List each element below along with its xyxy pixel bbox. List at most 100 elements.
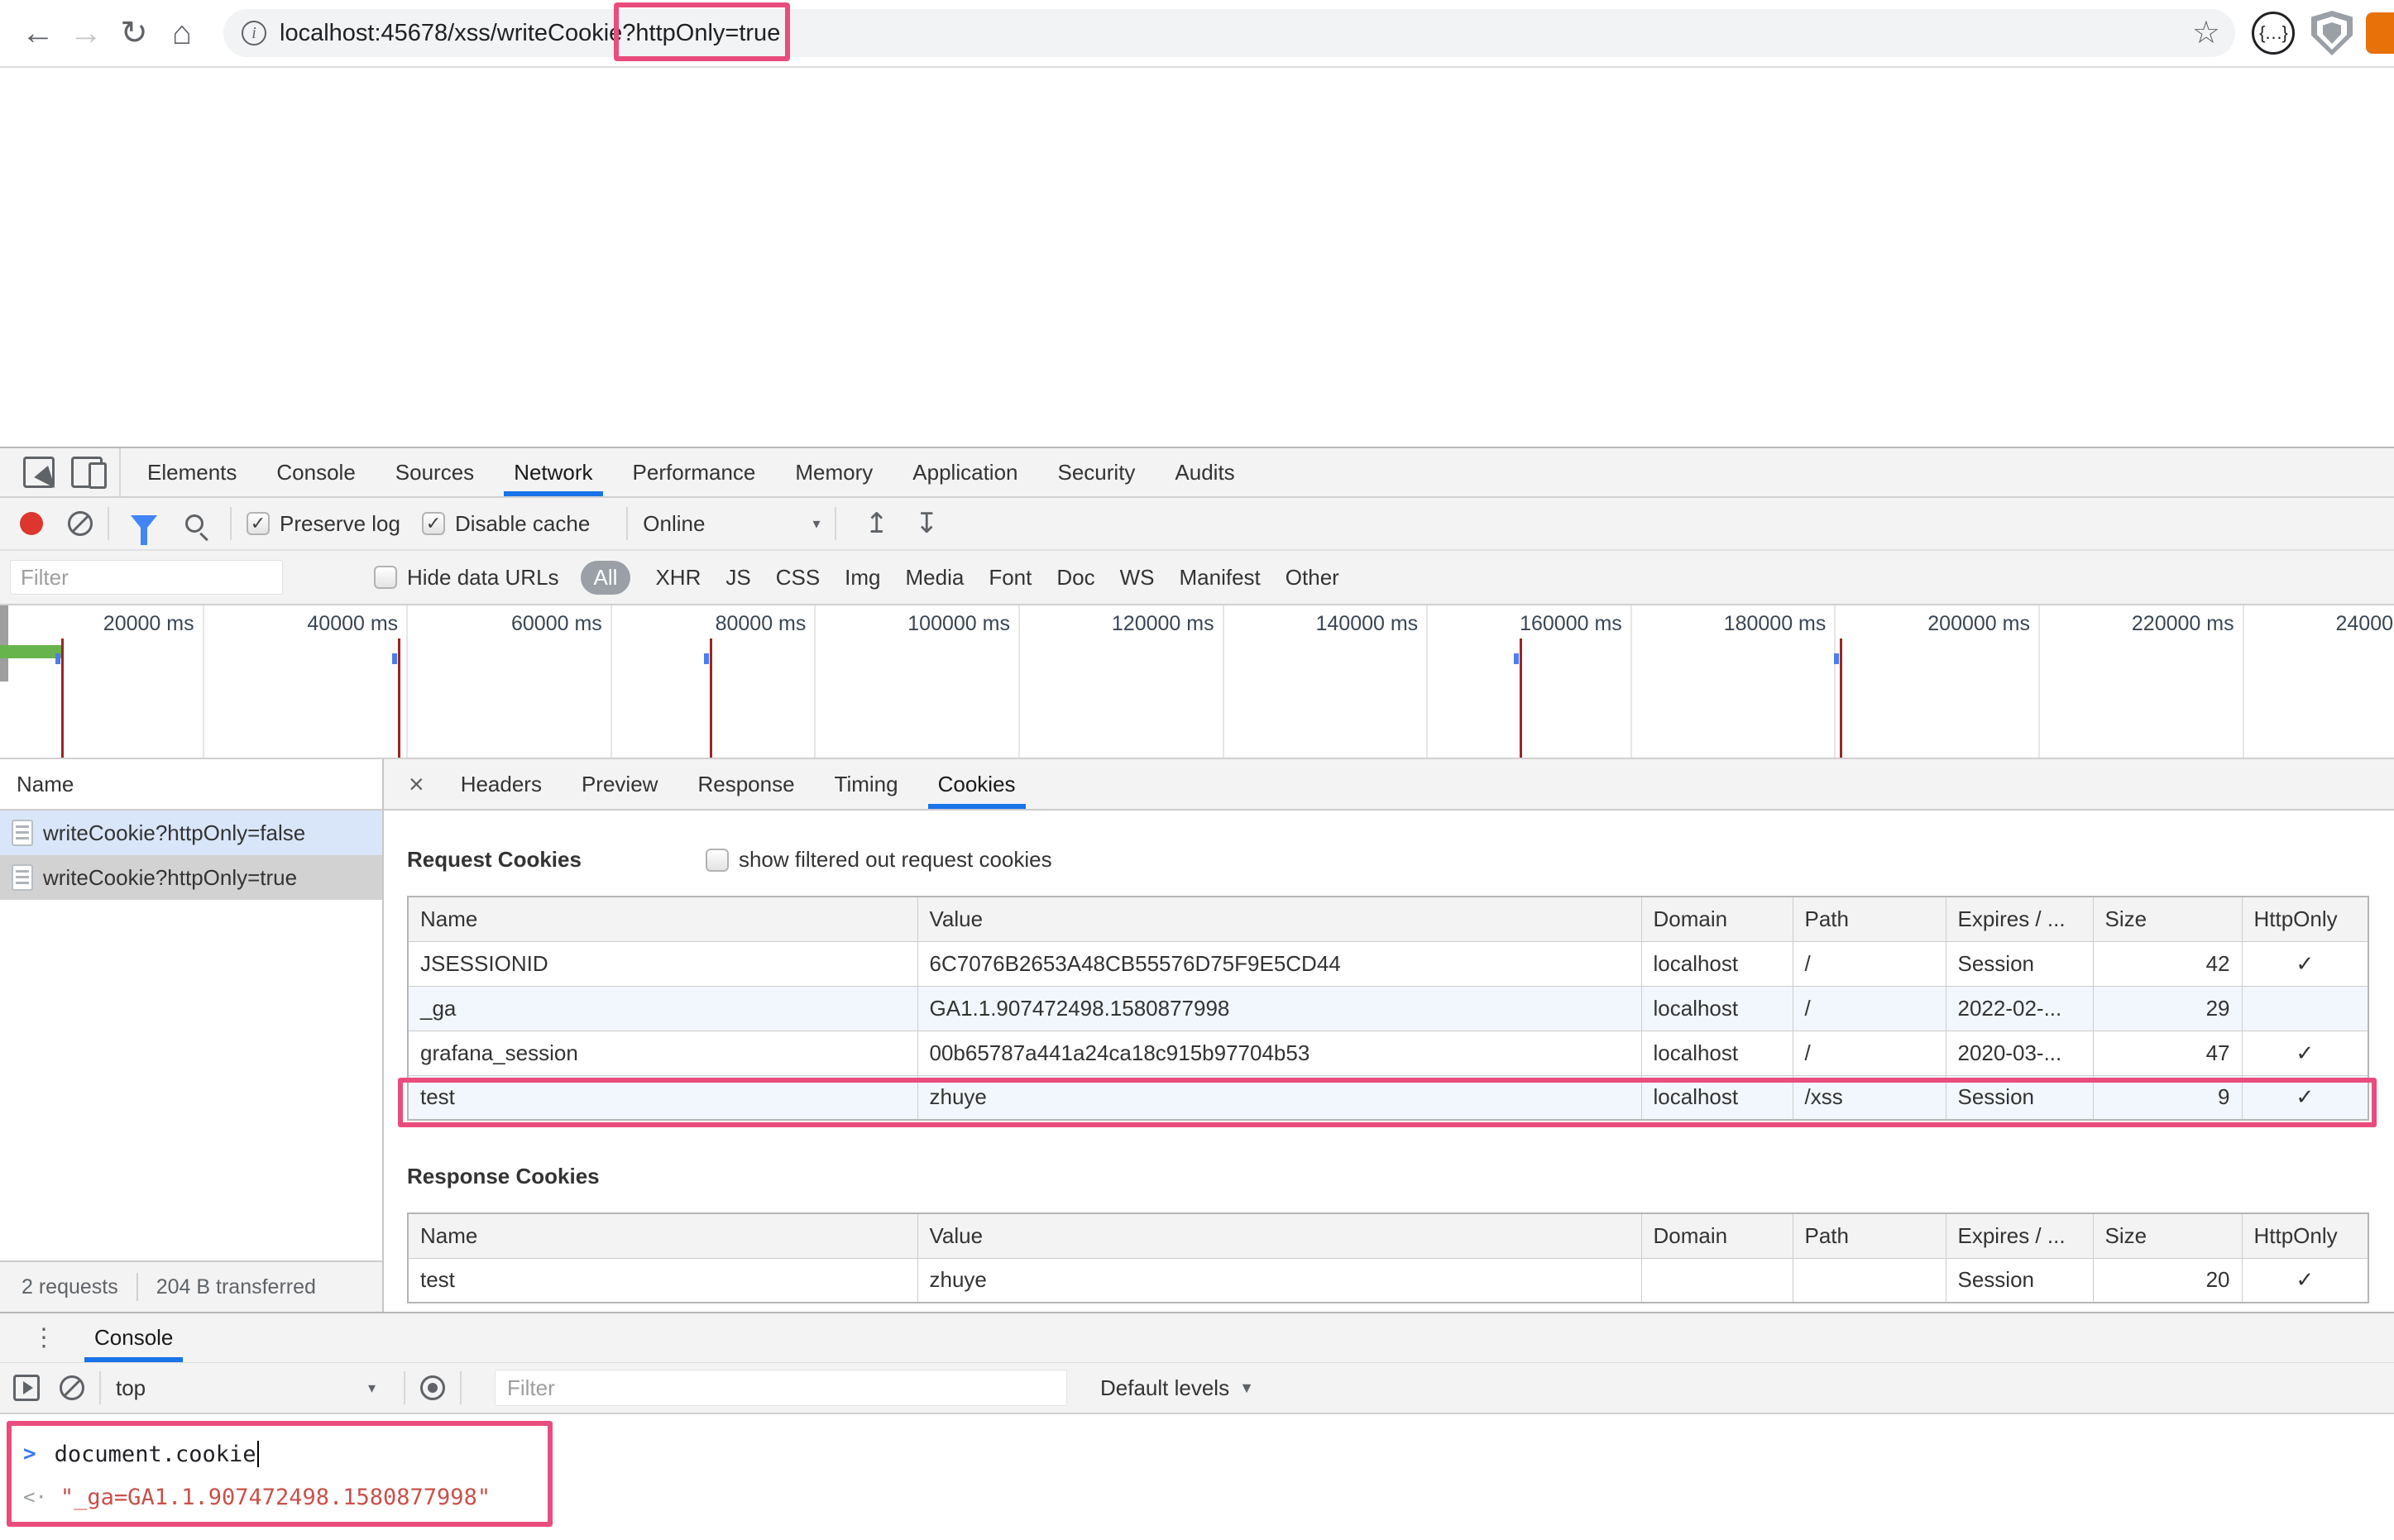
console-messages[interactable]: > document.cookie <· "_ga=GA1.1.907472498.1… xyxy=(0,1414,2394,1538)
home-icon[interactable]: ⌂ xyxy=(164,12,200,55)
close-icon[interactable]: × xyxy=(392,759,441,809)
console-result-entry[interactable]: <· "_ga=GA1.1.907472498.1580877998" xyxy=(23,1475,548,1518)
column-header[interactable]: Expires / ... xyxy=(1945,1212,2094,1259)
preserve-log-checkbox[interactable]: ✓ xyxy=(247,512,270,535)
timeline-gridline: 120000 ms xyxy=(1020,605,1224,758)
cookie-cell-name: test xyxy=(407,1257,918,1303)
cookie-cell-size: 29 xyxy=(2092,985,2243,1031)
filter-type-img[interactable]: Img xyxy=(845,565,880,591)
filter-type-doc[interactable]: Doc xyxy=(1056,565,1094,591)
cookie-cell-name: test xyxy=(407,1074,918,1121)
network-overview-timeline[interactable]: 20000 ms 40000 ms 60000 ms 80000 ms 100000 m… xyxy=(0,605,2394,759)
live-expression-eye-icon[interactable] xyxy=(420,1375,445,1400)
import-har-icon[interactable]: ↥ xyxy=(864,507,888,540)
filter-type-xhr[interactable]: XHR xyxy=(655,565,701,591)
url-text[interactable]: localhost:45678/xss/writeCookie?httpOnly… xyxy=(280,2,791,61)
tab-console[interactable]: Console xyxy=(256,448,375,496)
execution-context-dropdown[interactable]: top ▾ xyxy=(116,1375,389,1401)
network-filter-input[interactable] xyxy=(10,560,283,595)
filter-type-media[interactable]: Media xyxy=(906,565,965,591)
address-bar[interactable]: i localhost:45678/xss/writeCookie?httpOn… xyxy=(223,2,2235,61)
tab-application[interactable]: Application xyxy=(893,448,1037,496)
column-header[interactable]: Domain xyxy=(1640,1212,1793,1259)
detail-tab-preview[interactable]: Preview xyxy=(562,759,678,809)
cookie-row[interactable]: grafana_session 00b65787a441a24ca18c915b9… xyxy=(407,1030,2369,1076)
page-content-blank xyxy=(0,68,2394,447)
tab-network[interactable]: Network xyxy=(494,448,612,496)
column-header[interactable]: HttpOnly xyxy=(2241,896,2369,942)
console-sidebar-toggle-icon[interactable] xyxy=(13,1375,40,1401)
record-button[interactable] xyxy=(20,512,43,535)
column-header[interactable]: Path xyxy=(1792,1212,1946,1259)
extension-partial-icon[interactable] xyxy=(2366,12,2394,54)
timeline-tick-label: 100000 ms xyxy=(907,612,1010,635)
throttling-dropdown[interactable]: Online ▾ xyxy=(643,511,820,537)
cookie-row[interactable]: test zhuye localhost/xss Session 9 ✓ xyxy=(407,1074,2369,1121)
tab-memory[interactable]: Memory xyxy=(775,448,893,496)
tab-elements[interactable]: Elements xyxy=(127,448,256,496)
tab-audits[interactable]: Audits xyxy=(1155,448,1254,496)
device-toolbar-icon[interactable] xyxy=(71,457,107,489)
bookmark-star-icon[interactable]: ☆ xyxy=(2192,14,2220,51)
export-har-icon[interactable]: ↧ xyxy=(915,507,939,540)
detail-tab-timing[interactable]: Timing xyxy=(815,759,918,809)
console-filter-input[interactable] xyxy=(495,1370,1067,1406)
filter-type-other[interactable]: Other xyxy=(1286,565,1339,591)
transferred-size: 204 B transferred xyxy=(156,1275,316,1298)
clear-console-icon[interactable] xyxy=(60,1375,84,1400)
column-header[interactable]: Name xyxy=(407,1212,918,1259)
filter-type-js[interactable]: JS xyxy=(725,565,750,591)
log-levels-dropdown[interactable]: Default levels ▼ xyxy=(1100,1375,1254,1401)
cookie-cell-value: zhuye xyxy=(917,1257,1642,1303)
column-header[interactable]: Domain xyxy=(1640,896,1793,942)
column-header[interactable]: Size xyxy=(2092,896,2243,942)
column-header[interactable]: Size xyxy=(2092,1212,2243,1259)
console-input-entry[interactable]: > document.cookie xyxy=(23,1432,548,1475)
column-header[interactable]: Name xyxy=(407,896,918,942)
detail-tab-headers[interactable]: Headers xyxy=(441,759,562,809)
clear-requests-icon[interactable] xyxy=(68,511,93,536)
cookie-row[interactable]: JSESSIONID 6C7076B2653A48CB55576D75F9E5CD… xyxy=(407,940,2369,987)
request-row[interactable]: writeCookie?httpOnly=true xyxy=(0,855,382,900)
cookie-cell-httponly: ✓ xyxy=(2241,1074,2369,1121)
cookie-row[interactable]: test zhuye Session 20 ✓ xyxy=(407,1257,2369,1303)
console-drawer-tab[interactable]: Console xyxy=(74,1313,193,1362)
detail-tab-response[interactable]: Response xyxy=(678,759,814,809)
tab-sources[interactable]: Sources xyxy=(376,448,494,496)
network-status-bar: 2 requests 204 B transferred xyxy=(0,1260,382,1312)
filter-funnel-icon[interactable] xyxy=(131,515,157,545)
request-list-header[interactable]: Name xyxy=(0,759,382,811)
disable-cache-checkbox[interactable]: ✓ xyxy=(421,512,445,535)
tab-security[interactable]: Security xyxy=(1038,448,1156,496)
filter-type-manifest[interactable]: Manifest xyxy=(1180,565,1261,591)
cookie-cell-size: 42 xyxy=(2092,940,2243,987)
back-icon[interactable]: ← xyxy=(20,12,56,55)
column-header[interactable]: HttpOnly xyxy=(2241,1212,2369,1259)
show-filtered-cookies-checkbox[interactable] xyxy=(705,848,729,872)
reload-icon[interactable]: ↻ xyxy=(116,12,152,55)
detail-tab-cookies[interactable]: Cookies xyxy=(918,759,1036,809)
hide-data-urls-checkbox[interactable] xyxy=(374,566,397,589)
column-header[interactable]: Path xyxy=(1792,896,1946,942)
drawer-menu-icon[interactable]: ⋮ xyxy=(13,1313,74,1362)
inspect-element-icon[interactable] xyxy=(23,457,55,488)
page-info-icon[interactable]: i xyxy=(242,21,266,45)
filter-type-all[interactable]: All xyxy=(580,560,631,595)
cookie-cell-path xyxy=(1792,1257,1946,1303)
column-header[interactable]: Expires / ... xyxy=(1945,896,2094,942)
filter-type-font[interactable]: Font xyxy=(989,565,1032,591)
request-row[interactable]: writeCookie?httpOnly=false xyxy=(0,811,382,855)
column-header[interactable]: Value xyxy=(917,1212,1642,1259)
forward-icon[interactable]: → xyxy=(68,12,104,55)
filter-type-ws[interactable]: WS xyxy=(1120,565,1155,591)
extension-braces-icon[interactable]: {…} xyxy=(2252,12,2295,55)
tab-performance[interactable]: Performance xyxy=(613,448,776,496)
extension-shield-icon[interactable] xyxy=(2311,11,2353,55)
browser-window: ← → ↻ ⌂ i localhost:45678/xss/writeCooki… xyxy=(0,0,2394,1540)
timeline-tick-label: 60000 ms xyxy=(510,612,602,635)
search-icon[interactable] xyxy=(185,514,203,533)
cookie-cell-name: _ga xyxy=(407,985,918,1031)
filter-type-css[interactable]: CSS xyxy=(776,565,820,591)
cookie-row[interactable]: _ga GA1.1.907472498.1580877998 localhost/2… xyxy=(407,985,2369,1031)
column-header[interactable]: Value xyxy=(917,896,1642,942)
